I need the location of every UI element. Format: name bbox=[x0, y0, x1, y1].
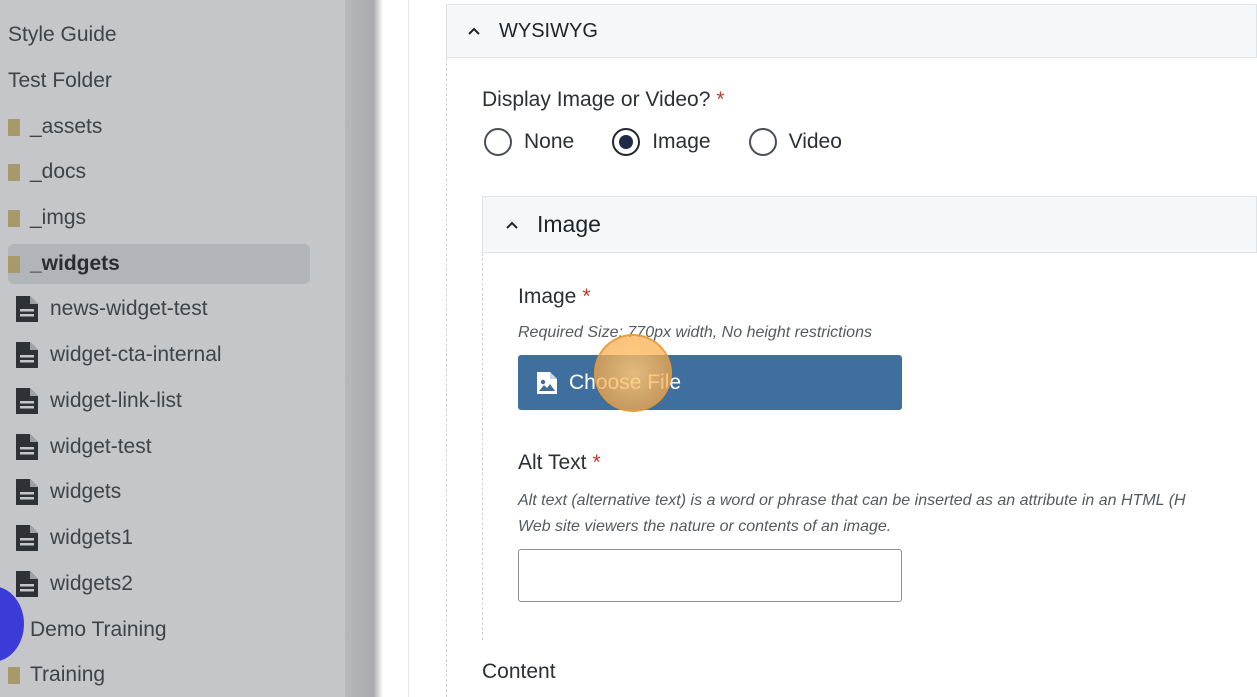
radio-none[interactable]: None bbox=[484, 128, 574, 156]
sidebar-item-news-widget-test[interactable]: news-widget-test bbox=[8, 289, 310, 329]
radio-video[interactable]: Video bbox=[748, 128, 842, 156]
image-panel-title: Image bbox=[537, 211, 601, 237]
sidebar-item-label: Style Guide bbox=[8, 23, 117, 46]
sidebar-item-label: _docs bbox=[30, 160, 87, 183]
sidebar-item-style-guide[interactable]: Style Guide bbox=[8, 15, 310, 55]
file-icon bbox=[14, 478, 40, 506]
required-marker: * bbox=[716, 88, 725, 111]
alt-text-label-text: Alt Text bbox=[518, 451, 587, 474]
file-icon bbox=[14, 433, 40, 461]
display-question-label: Display Image or Video? * bbox=[482, 88, 725, 112]
sidebar-item-training[interactable]: Training bbox=[8, 655, 310, 695]
sidebar-item-label: widgets2 bbox=[50, 572, 133, 595]
content-divider bbox=[408, 0, 409, 697]
file-icon bbox=[14, 524, 40, 552]
radio-label: Video bbox=[788, 130, 842, 153]
image-file-icon bbox=[534, 370, 560, 396]
sidebar-item-label: _assets bbox=[30, 115, 103, 138]
radio-unchecked-icon bbox=[484, 128, 512, 156]
required-marker: * bbox=[582, 285, 591, 308]
sidebar-divider bbox=[373, 0, 383, 697]
display-radio-group: None Image Video bbox=[484, 128, 880, 156]
sidebar-item-widget-link-list[interactable]: widget-link-list bbox=[8, 381, 310, 421]
sidebar-item-test-folder[interactable]: Test Folder bbox=[8, 61, 310, 101]
alt-text-label: Alt Text * bbox=[518, 451, 601, 475]
file-icon bbox=[14, 570, 40, 598]
folder-icon bbox=[8, 118, 20, 136]
radio-checked-icon bbox=[612, 128, 641, 156]
sidebar-item-widget-test[interactable]: widget-test bbox=[8, 427, 310, 467]
alt-help-line-1: Alt text (alternative text) is a word or… bbox=[518, 492, 1186, 509]
wysiwyg-panel-header[interactable]: WYSIWYG bbox=[446, 4, 1257, 58]
folder-icon bbox=[8, 255, 20, 273]
file-icon bbox=[14, 387, 40, 415]
file-icon bbox=[14, 295, 40, 323]
choose-file-label: Choose File bbox=[569, 370, 682, 394]
radio-label: None bbox=[524, 130, 575, 153]
chevron-up-icon bbox=[505, 218, 519, 232]
sidebar-item-label: widget-link-list bbox=[50, 389, 182, 412]
sidebar-item-label: _widgets bbox=[30, 252, 120, 275]
sidebar-file-tree: Style Guide Test Folder _assets _docs _i… bbox=[0, 0, 345, 697]
sidebar-item-label: _imgs bbox=[30, 206, 87, 229]
sidebar-item-docs[interactable]: _docs bbox=[8, 152, 310, 192]
required-marker: * bbox=[592, 451, 601, 474]
alt-help-line-2: Web site viewers the nature or contents … bbox=[518, 518, 892, 535]
sidebar-item-label: news-widget-test bbox=[50, 297, 208, 320]
sidebar-item-label: widgets bbox=[50, 480, 122, 503]
radio-image[interactable]: Image bbox=[612, 128, 711, 156]
image-help-text: Required Size: 770px width, No height re… bbox=[518, 324, 872, 341]
wysiwyg-panel-border bbox=[446, 58, 447, 697]
sidebar-item-widgets-folder[interactable]: _widgets bbox=[8, 244, 310, 284]
sidebar-item-widgets2[interactable]: widgets2 bbox=[8, 564, 310, 604]
folder-icon bbox=[8, 163, 20, 181]
content-label: Content bbox=[482, 660, 556, 683]
image-field-label: Image * bbox=[518, 285, 591, 309]
sidebar-item-label: Test Folder bbox=[8, 69, 112, 92]
sidebar-item-assets[interactable]: _assets bbox=[8, 107, 310, 147]
sidebar-item-label: Training bbox=[30, 663, 106, 686]
alt-text-input[interactable] bbox=[518, 549, 902, 602]
sidebar-item-imgs[interactable]: _imgs bbox=[8, 198, 310, 238]
sidebar-item-label: widget-test bbox=[50, 435, 152, 458]
sidebar-item-demo-training[interactable]: Demo Training bbox=[8, 610, 310, 650]
file-icon bbox=[14, 341, 40, 369]
sidebar-item-widget-cta-internal[interactable]: widget-cta-internal bbox=[8, 335, 310, 375]
chevron-up-icon bbox=[467, 24, 481, 38]
display-question-text: Display Image or Video? bbox=[482, 88, 711, 111]
sidebar-item-label: Demo Training bbox=[30, 618, 167, 641]
image-panel-header[interactable]: Image bbox=[482, 196, 1257, 253]
folder-icon bbox=[8, 209, 20, 227]
radio-label: Image bbox=[652, 130, 711, 153]
sidebar-item-label: widgets1 bbox=[50, 526, 133, 549]
sidebar-item-widgets1[interactable]: widgets1 bbox=[8, 518, 310, 558]
choose-file-button[interactable]: Choose File bbox=[518, 355, 902, 410]
sidebar-item-widgets[interactable]: widgets bbox=[8, 472, 310, 512]
image-field-text: Image bbox=[518, 285, 577, 308]
image-panel-border bbox=[482, 253, 483, 640]
wysiwyg-panel-title: WYSIWYG bbox=[499, 19, 598, 42]
folder-icon bbox=[8, 666, 20, 684]
radio-unchecked-icon bbox=[748, 128, 777, 156]
sidebar-scrollbar-track[interactable] bbox=[345, 0, 373, 697]
sidebar-item-label: widget-cta-internal bbox=[50, 343, 222, 366]
